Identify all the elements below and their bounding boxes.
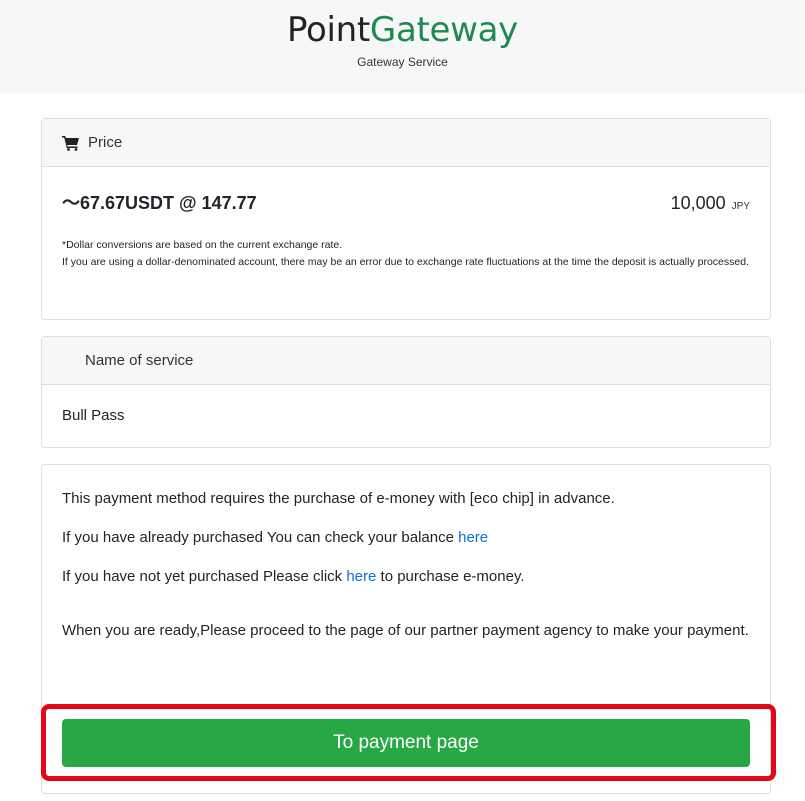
price-header-label: Price bbox=[88, 134, 123, 151]
purchase-emoney-link[interactable]: here bbox=[346, 568, 376, 585]
price-row: ～67.67USDT @ 147.77 10,000 JPY bbox=[42, 167, 770, 215]
cart-icon bbox=[62, 135, 80, 151]
info-line-balance: If you have already purchased You can ch… bbox=[62, 526, 750, 550]
brand-tagline: Gateway Service bbox=[357, 55, 448, 69]
service-card-header: Name of service bbox=[42, 337, 770, 385]
purchase-text-suffix: to purchase e-money. bbox=[376, 568, 525, 585]
service-header-label: Name of service bbox=[85, 352, 194, 369]
to-payment-page-button[interactable]: To payment page bbox=[62, 719, 750, 767]
exchange-note-line2: If you are using a dollar-denominated ac… bbox=[62, 256, 749, 268]
balance-text: If you have already purchased You can ch… bbox=[62, 529, 459, 546]
usdt-price: ～67.67USDT @ 147.77 bbox=[62, 193, 257, 213]
payment-info-body: This payment method requires the purchas… bbox=[42, 465, 770, 643]
jpy-price: 10,000 JPY bbox=[671, 193, 750, 214]
price-card-header: Price bbox=[42, 119, 770, 167]
brand-logo: PointGateway bbox=[0, 10, 805, 50]
site-header: PointGateway Gateway Service bbox=[0, 0, 805, 94]
info-line-requirement: This payment method requires the purchas… bbox=[62, 490, 615, 507]
jpy-unit: JPY bbox=[731, 201, 750, 212]
price-card: Price ～67.67USDT @ 147.77 10,000 JPY *Dol… bbox=[41, 118, 771, 320]
service-name: Bull Pass bbox=[62, 407, 125, 424]
info-line-ready: When you are ready,Please proceed to the… bbox=[62, 622, 749, 639]
brand-point: Point bbox=[286, 10, 370, 50]
purchase-text: If you have not yet purchased Please cli… bbox=[62, 568, 347, 585]
jpy-amount: 10,000 bbox=[670, 193, 726, 213]
exchange-note-line1: *Dollar conversions are based on the cur… bbox=[62, 239, 343, 251]
brand-gateway: Gateway bbox=[369, 10, 519, 50]
info-line-purchase: If you have not yet purchased Please cli… bbox=[62, 565, 750, 589]
check-balance-link[interactable]: here bbox=[458, 529, 488, 546]
exchange-note: *Dollar conversions are based on the cur… bbox=[42, 215, 770, 271]
service-card: Name of service Bull Pass bbox=[41, 336, 771, 448]
